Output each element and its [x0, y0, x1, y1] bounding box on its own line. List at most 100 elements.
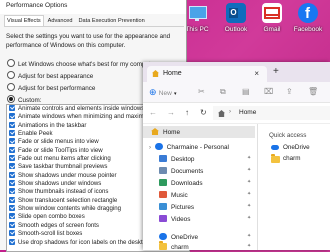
nav-item-videos[interactable]: Videos — [159, 215, 190, 223]
radio-best-appearance[interactable]: Adjust for best appearance — [7, 71, 93, 80]
music-folder-icon — [159, 191, 167, 198]
close-tab-icon[interactable]: × — [254, 69, 259, 78]
pin-icon: ✦ — [247, 155, 252, 161]
nav-item-home[interactable]: Home — [151, 128, 180, 136]
downloads-folder-icon — [159, 179, 167, 186]
share-icon[interactable]: ⇪ — [286, 87, 293, 96]
nav-item-pictures[interactable]: Pictures — [159, 203, 194, 211]
desktop-icon-outlook[interactable]: O Outlook — [221, 3, 251, 33]
content-pane: Quick access OneDrive charm — [267, 124, 330, 250]
desktop-icon-facebook[interactable]: f Facebook — [293, 3, 323, 33]
desktop-folder-icon — [159, 155, 167, 162]
folder-icon — [159, 241, 167, 250]
checkbox[interactable] — [9, 163, 15, 170]
checkbox[interactable] — [9, 113, 15, 120]
chevron-down-icon: ▾ — [174, 91, 177, 97]
navigation-pane: Home › Charmaine - Personal Desktop Docu… — [143, 124, 255, 251]
radio-best-performance[interactable]: Adjust for best performance — [7, 83, 95, 92]
dialog-title: Performance Options — [0, 0, 186, 14]
desktop-icon-label: Outlook — [224, 26, 248, 33]
dialog-description: Select the settings you want to use for … — [6, 33, 171, 49]
home-icon — [218, 110, 225, 117]
onedrive-cloud-icon — [271, 145, 279, 150]
radio-button[interactable] — [7, 59, 15, 67]
plus-icon: ⊕ — [149, 87, 157, 97]
tab-visual-effects[interactable]: Visual Effects — [4, 15, 44, 26]
checkbox[interactable] — [9, 205, 15, 212]
checkbox[interactable] — [9, 188, 15, 195]
outlook-icon: O — [226, 3, 246, 23]
tab-advanced[interactable]: Advanced — [46, 16, 75, 26]
facebook-icon: f — [298, 3, 318, 23]
forward-arrow-icon[interactable]: → — [167, 108, 175, 117]
onedrive-cloud-icon — [159, 233, 167, 240]
pin-icon: ✦ — [247, 179, 252, 185]
checkbox[interactable] — [9, 146, 15, 153]
pin-icon: ✦ — [247, 243, 252, 249]
radio-button[interactable] — [7, 83, 15, 91]
chevron-right-icon: › — [149, 145, 151, 151]
pictures-folder-icon — [159, 203, 167, 210]
checkbox[interactable] — [9, 230, 15, 237]
checkbox[interactable] — [9, 221, 15, 228]
radio-let-windows-choose[interactable]: Let Windows choose what's best for my co… — [7, 59, 154, 68]
address-text: Home — [239, 109, 257, 116]
new-button[interactable]: ⊕ New ▾ — [149, 87, 177, 98]
checkbox[interactable] — [9, 155, 15, 162]
explorer-tab-title: Home — [163, 70, 182, 77]
quick-access-item-charm[interactable]: charm — [271, 154, 329, 164]
folder-icon — [271, 154, 280, 163]
checkbox[interactable] — [9, 121, 15, 128]
checkbox[interactable] — [9, 138, 15, 145]
pane-divider[interactable] — [257, 124, 258, 250]
gmail-icon — [262, 3, 282, 23]
radio-button[interactable] — [7, 95, 15, 103]
back-arrow-icon[interactable]: ← — [149, 108, 157, 117]
address-input[interactable]: › Home — [213, 106, 330, 120]
dialog-tabs: Visual Effects Advanced Data Execution P… — [4, 15, 184, 27]
radio-button[interactable] — [7, 71, 15, 79]
up-arrow-icon[interactable]: ↑ — [185, 108, 189, 117]
checkbox[interactable] — [9, 213, 15, 220]
new-tab-icon[interactable]: + — [273, 66, 279, 77]
home-icon — [152, 70, 159, 77]
cut-icon[interactable]: ✂ — [198, 87, 205, 96]
address-bar-row: ← → ↑ ↻ › Home — [143, 103, 330, 124]
quick-access-header: Quick access — [269, 132, 307, 139]
breadcrumb-chevron-icon: › — [229, 109, 231, 115]
nav-item-onedrive[interactable]: OneDrive — [159, 233, 198, 241]
tab-data-execution-prevention[interactable]: Data Execution Prevention — [76, 16, 146, 26]
home-icon — [151, 128, 159, 135]
explorer-tab-home[interactable]: Home × — [147, 66, 267, 82]
explorer-toolbar: ⊕ New ▾ ✂ ⧉ ▤ ⌧ ⇪ 🗑 — [143, 82, 330, 103]
nav-item-desktop[interactable]: Desktop — [159, 155, 194, 163]
checkbox[interactable] — [9, 180, 15, 187]
nav-item-documents[interactable]: Documents — [159, 167, 203, 175]
checkbox[interactable] — [9, 171, 15, 178]
nav-item-onedrive-personal[interactable]: › Charmaine - Personal — [149, 143, 229, 151]
videos-folder-icon — [159, 215, 167, 222]
explorer-tab-bar: Home × + — [143, 62, 330, 82]
quick-access-item-onedrive[interactable]: OneDrive — [271, 143, 329, 153]
copy-icon[interactable]: ⧉ — [220, 87, 226, 97]
radio-custom[interactable]: Custom: — [7, 95, 41, 104]
checkbox[interactable] — [9, 105, 15, 111]
nav-item-downloads[interactable]: Downloads — [159, 179, 203, 187]
checkbox[interactable] — [9, 238, 15, 245]
this-pc-icon — [187, 3, 207, 23]
nav-item-music[interactable]: Music — [159, 191, 188, 199]
checkbox[interactable] — [9, 130, 15, 137]
paste-icon[interactable]: ▤ — [242, 87, 250, 96]
rename-icon[interactable]: ⌧ — [264, 87, 273, 96]
delete-icon[interactable]: 🗑 — [308, 87, 318, 96]
pin-icon: ✦ — [247, 215, 252, 221]
pin-icon: ✦ — [247, 233, 252, 239]
file-explorer-window: Home × + ⊕ New ▾ ✂ ⧉ ▤ ⌧ ⇪ 🗑 ← → ↑ ↻ › H… — [143, 62, 330, 251]
desktop-icon-gmail[interactable]: Gmail — [257, 3, 287, 33]
checkbox[interactable] — [9, 196, 15, 203]
refresh-icon[interactable]: ↻ — [200, 108, 207, 117]
documents-folder-icon — [159, 167, 167, 174]
pin-icon: ✦ — [247, 167, 252, 173]
pin-icon: ✦ — [247, 191, 252, 197]
desktop-icon-label: Facebook — [293, 26, 323, 33]
